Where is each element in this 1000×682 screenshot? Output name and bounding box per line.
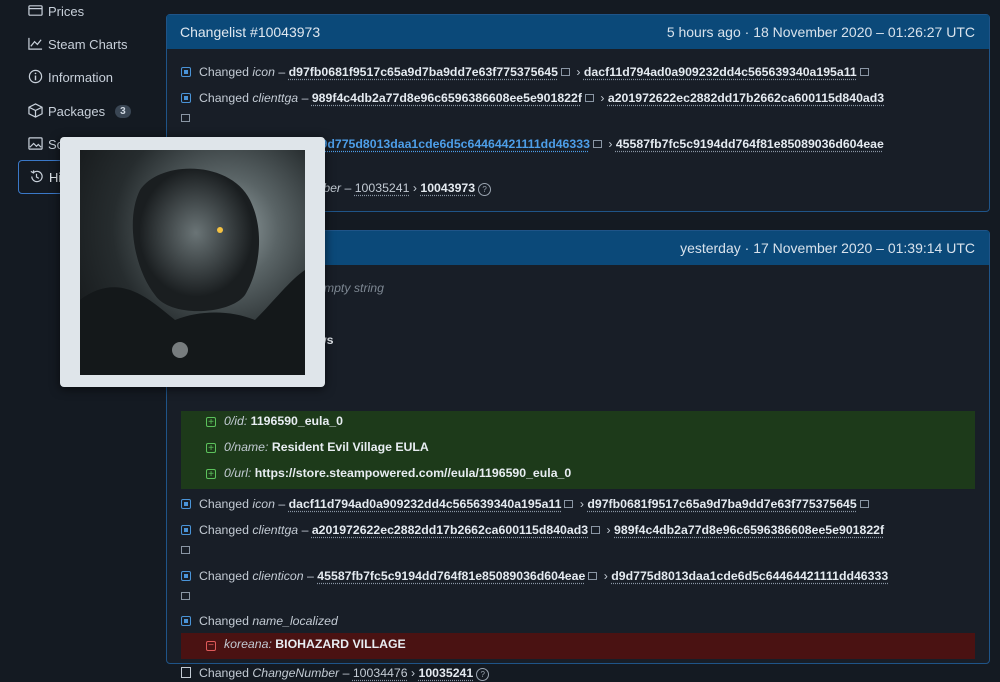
change-row-clienttga-icon [181, 109, 975, 127]
changelist-header: Changelist #10043973 5 hours ago · 18 No… [167, 15, 989, 49]
added-row: +0/id: 1196590_eula_0 [206, 414, 343, 428]
change-row-icon: Changed icon – d97fb0681f9517c65a9d7ba9d… [181, 63, 975, 81]
hash-link[interactable]: d97fb0681f9517c65a9d7ba9dd7e63f775375645 [289, 65, 558, 79]
hash-link[interactable]: d9d775d8013daa1cde6d5c64464421111dd46333 [611, 569, 888, 583]
hash-link[interactable]: dacf11d794ad0a909232dd4c565639340a195a11 [584, 65, 857, 79]
sidebar-item-prices[interactable]: Prices [18, 0, 152, 28]
sidebar-item-information[interactable]: Information [18, 60, 152, 94]
history-icon [29, 169, 45, 185]
change-row-clienttga: Changed clienttga – a201972622ec2882dd17… [181, 521, 975, 539]
image-preview-icon[interactable] [591, 526, 600, 534]
eula-url[interactable]: https://store.steampowered.com//eula/119… [255, 466, 571, 480]
game-icon-preview [80, 150, 305, 375]
change-icon [181, 525, 191, 535]
added-row: +0/name: Resident Evil Village EULA [206, 440, 429, 454]
hash-link[interactable]: 989f4c4db2a77d8e96c6596386608ee5e901822f [614, 523, 884, 537]
image-preview-icon[interactable] [860, 500, 869, 508]
change-row-clienttga: Changed clienttga – 989f4c4db2a77d8e96c6… [181, 89, 975, 107]
added-row: +0/url: https://store.steampowered.com//… [206, 466, 571, 480]
info-icon [28, 69, 44, 85]
hash-link[interactable]: 45587fb7fc5c9194dd764f81e85089036d604eae [616, 137, 884, 151]
added-block: +0/id: 1196590_eula_0 +0/name: Resident … [181, 411, 975, 489]
changenumber-link[interactable]: 10035241 [419, 666, 474, 680]
change-row-clienticon-icon [181, 587, 975, 605]
image-preview-popup [60, 137, 325, 387]
sidebar-item-label: Steam Charts [48, 37, 127, 52]
sidebar-item-steam-charts[interactable]: Steam Charts [18, 27, 152, 61]
sidebar-item-packages[interactable]: Packages 3 [18, 94, 152, 128]
image-preview-icon[interactable] [564, 500, 573, 508]
change-row-clienticon: Changed clienticon – 45587fb7fc5c9194dd7… [181, 567, 975, 585]
image-preview-icon[interactable] [593, 140, 602, 148]
image-preview-icon[interactable] [181, 114, 190, 122]
added-icon: + [206, 469, 216, 479]
packages-count-badge: 3 [115, 105, 131, 118]
removed-row: − koreana: BIOHAZARD VILLAGE [206, 637, 406, 651]
change-icon [181, 571, 191, 581]
removed-icon: − [206, 641, 216, 651]
changenumber-link[interactable]: 10034476 [353, 666, 408, 680]
image-preview-icon[interactable] [561, 68, 570, 76]
added-icon: + [206, 443, 216, 453]
hash-link[interactable]: d9d775d8013daa1cde6d5c64464421111dd46333 [313, 137, 590, 151]
hash-link[interactable]: dacf11d794ad0a909232dd4c565639340a195a11 [289, 497, 562, 511]
sidebar-item-label: Prices [48, 4, 84, 19]
removed-block: − koreana: BIOHAZARD VILLAGE [181, 633, 975, 659]
change-row-icon: Changed icon – dacf11d794ad0a909232dd4c5… [181, 495, 975, 513]
chart-icon [28, 36, 44, 52]
sidebar-item-label: Information [48, 70, 113, 85]
change-icon [181, 67, 191, 77]
hash-link[interactable]: 45587fb7fc5c9194dd764f81e85089036d604eae [317, 569, 585, 583]
hash-link[interactable]: a201972622ec2882dd17b2662ca600115d840ad3 [608, 91, 884, 105]
hash-link[interactable]: 989f4c4db2a77d8e96c6596386608ee5e901822f [312, 91, 582, 105]
changelist-time: yesterday · 17 November 2020 – 01:39:14 … [680, 240, 975, 256]
image-icon [28, 136, 44, 152]
sidebar-item-label: Packages [48, 104, 105, 119]
change-row-name-localized: Changed name_localized [181, 612, 975, 630]
change-icon [181, 499, 191, 509]
changelist-title[interactable]: Changelist #10043973 [180, 24, 320, 40]
changenumber-link[interactable]: 10035241 [355, 181, 410, 195]
help-icon[interactable]: ? [478, 183, 491, 196]
prices-icon [28, 3, 44, 19]
changelist-time: 5 hours ago · 18 November 2020 – 01:26:2… [667, 24, 975, 40]
hash-link[interactable]: a201972622ec2882dd17b2662ca600115d840ad3 [312, 523, 588, 537]
package-icon [28, 103, 44, 119]
image-preview-icon[interactable] [860, 68, 869, 76]
change-icon [181, 616, 191, 626]
hash-link[interactable]: d97fb0681f9517c65a9d7ba9dd7e63f775375645 [587, 497, 856, 511]
image-preview-icon[interactable] [588, 572, 597, 580]
added-icon: + [206, 417, 216, 427]
file-icon [181, 667, 191, 678]
changenumber-link[interactable]: 10043973 [420, 181, 475, 195]
image-preview-icon[interactable] [181, 592, 190, 600]
image-preview-icon[interactable] [181, 546, 190, 554]
change-row-changenumber: Changed ChangeNumber – 10034476 › 100352… [181, 664, 975, 682]
change-row-clienttga-icon [181, 541, 975, 559]
change-icon [181, 93, 191, 103]
image-preview-icon[interactable] [585, 94, 594, 102]
